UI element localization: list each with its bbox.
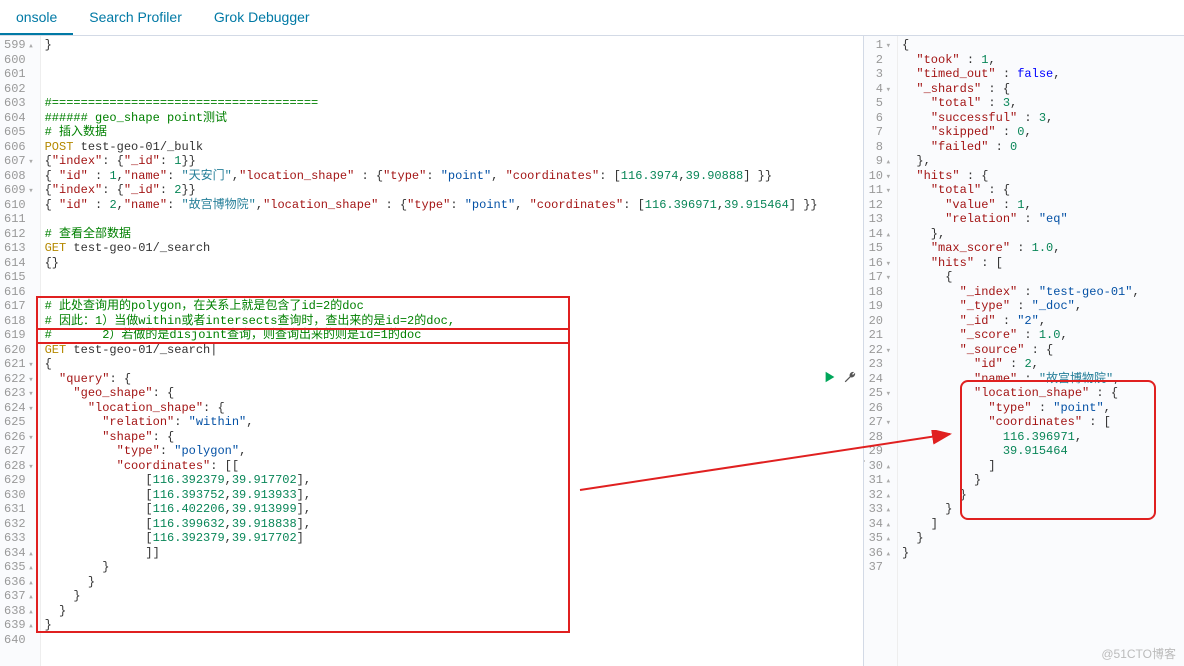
response-pane: ⋮ 1 ▾2 3 4 ▾5 6 7 8 9 ▴10 ▾11 ▾12 13 14 … [864, 36, 1184, 666]
scroll-indicator: ⋮ [864, 454, 868, 468]
content: 599 ▴600 601 602 603 604 605 606 607 ▾60… [0, 36, 1184, 666]
response-gutter: 1 ▾2 3 4 ▾5 6 7 8 9 ▴10 ▾11 ▾12 13 14 ▴1… [864, 36, 898, 666]
wrench-icon[interactable] [843, 370, 857, 384]
response-code: { "took" : 1, "timed_out" : false, "_sha… [898, 36, 1184, 666]
request-code[interactable]: }#=====================================#… [41, 36, 863, 666]
tab-console[interactable]: onsole [0, 0, 73, 35]
tab-search-profiler[interactable]: Search Profiler [73, 0, 198, 35]
request-gutter: 599 ▴600 601 602 603 604 605 606 607 ▾60… [0, 36, 41, 666]
play-icon[interactable] [823, 370, 837, 384]
request-pane: 599 ▴600 601 602 603 604 605 606 607 ▾60… [0, 36, 864, 666]
request-actions [823, 370, 857, 384]
watermark: @51CTO博客 [1101, 645, 1176, 662]
tab-grok-debugger[interactable]: Grok Debugger [198, 0, 326, 35]
response-editor[interactable]: 1 ▾2 3 4 ▾5 6 7 8 9 ▴10 ▾11 ▾12 13 14 ▴1… [864, 36, 1184, 666]
request-editor[interactable]: 599 ▴600 601 602 603 604 605 606 607 ▾60… [0, 36, 863, 666]
tabs: onsole Search Profiler Grok Debugger [0, 0, 1184, 36]
